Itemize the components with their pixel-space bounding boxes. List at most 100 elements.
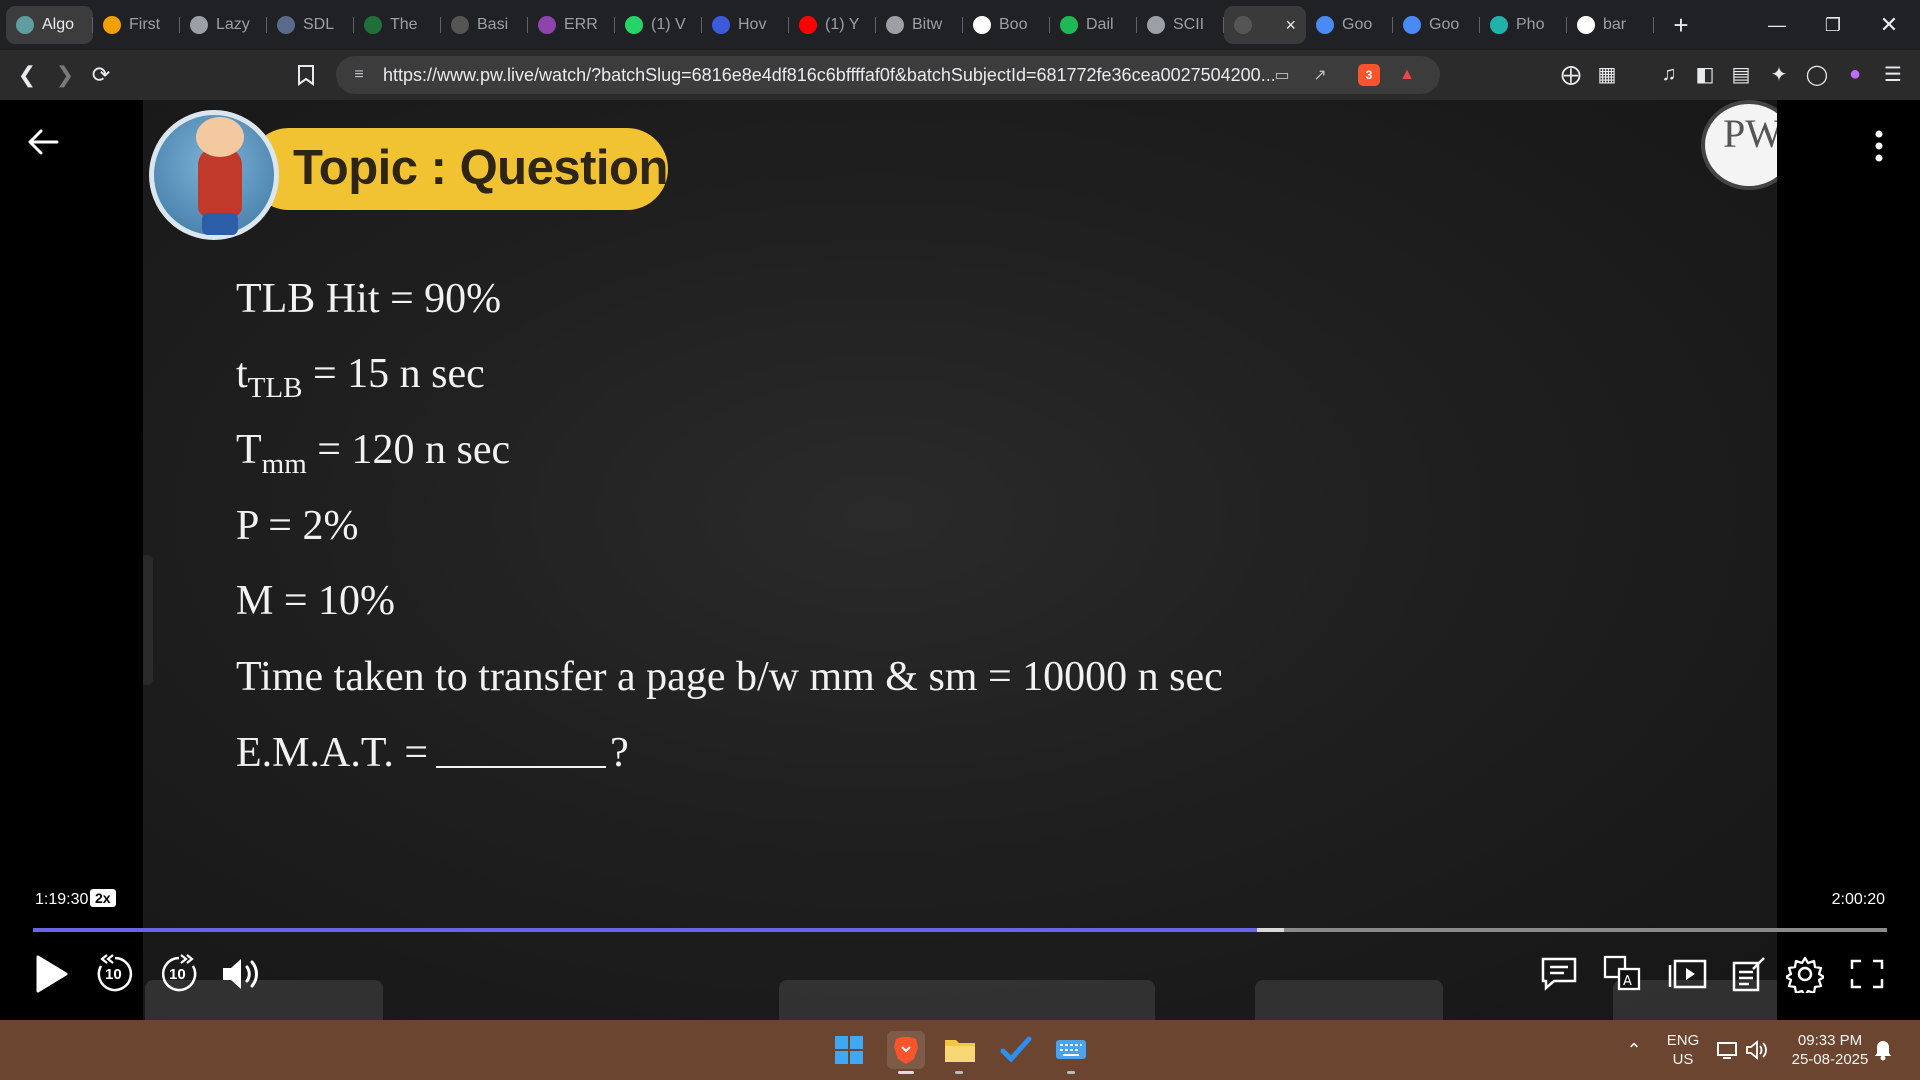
minimize-button[interactable]: — <box>1749 0 1805 50</box>
reader-icon[interactable]: ▦ <box>1594 61 1620 87</box>
media-icon[interactable]: ♫ <box>1656 61 1682 87</box>
browser-tab[interactable]: Hov <box>702 6 789 44</box>
page-icon <box>451 16 469 34</box>
tab-label: Goo <box>1342 16 1373 33</box>
start-icon[interactable] <box>830 1031 868 1069</box>
tab-label: bar <box>1603 16 1627 33</box>
lang-code: ENG <box>1666 1032 1700 1049</box>
sidebar-icon[interactable]: ◧ <box>1692 61 1718 87</box>
forward-label: 10 <box>169 966 186 983</box>
browser-tab[interactable]: (1) Y <box>789 6 876 44</box>
forward-icon[interactable]: ❯ <box>52 62 78 88</box>
keyboard-icon[interactable] <box>1052 1031 1090 1069</box>
forward-10-button[interactable]: 10 <box>155 950 203 998</box>
browser-tab[interactable]: SDL <box>267 6 354 44</box>
browser-tab[interactable]: Boo <box>963 6 1050 44</box>
reload-icon[interactable]: ⟳ <box>88 62 114 88</box>
speaker-icon[interactable] <box>1738 1031 1776 1069</box>
browser-tab[interactable]: Goo <box>1393 6 1480 44</box>
extensions-icon[interactable]: ⨁ <box>1558 61 1584 87</box>
browser-tab[interactable]: Goo <box>1306 6 1393 44</box>
tab-label: Pho <box>1516 16 1545 33</box>
close-window-button[interactable]: ✕ <box>1861 0 1917 50</box>
perplexity-icon <box>1490 16 1508 34</box>
playlist-icon <box>1668 959 1707 989</box>
brave-rewards-icon[interactable]: ▲ <box>1396 64 1418 86</box>
text-icon <box>886 16 904 34</box>
url-text[interactable]: https://www.pw.live/watch/?batchSlug=681… <box>383 65 1276 86</box>
volume-button[interactable] <box>218 950 266 998</box>
tab-label: (1) V <box>651 16 686 33</box>
browser-tab[interactable]: First <box>93 6 180 44</box>
pw-logo: PW <box>1701 100 1777 190</box>
leo-icon[interactable]: ✦ <box>1766 61 1792 87</box>
address-bar[interactable]: ≡ https://www.pw.live/watch/?batchSlug=6… <box>336 56 1440 94</box>
topic-title: Topic : Question <box>293 141 668 195</box>
browser-tab[interactable]: The <box>354 6 441 44</box>
new-tab-button[interactable]: + <box>1666 10 1696 41</box>
todo-icon[interactable] <box>997 1031 1035 1069</box>
speed-badge[interactable]: 2x <box>90 889 116 907</box>
browser-tab[interactable]: Pho <box>1480 6 1567 44</box>
line-t-tlb: tTLB = 15 n sec <box>236 351 485 404</box>
restore-button[interactable]: ❐ <box>1805 0 1861 50</box>
file-explorer-icon[interactable] <box>941 1031 979 1069</box>
video-player[interactable]: Topic : Question PW TLB Hit = 90% tTLB =… <box>0 100 1920 1020</box>
google-icon <box>1577 16 1595 34</box>
profile-icon[interactable]: ● <box>1842 61 1868 87</box>
notes-button[interactable] <box>1725 950 1773 998</box>
notification-bell-icon[interactable] <box>1864 1031 1902 1069</box>
back-icon[interactable]: ❮ <box>14 62 40 88</box>
wallet-icon[interactable]: ▤ <box>1728 61 1754 87</box>
playlist-button[interactable] <box>1664 950 1712 998</box>
running-indicator <box>1067 1071 1075 1074</box>
brave-taskbar-icon[interactable] <box>887 1031 925 1069</box>
browser-tab[interactable]: Dail <box>1050 6 1137 44</box>
youtube-icon <box>799 16 817 34</box>
settings-button[interactable] <box>1781 950 1829 998</box>
browser-tab[interactable]: Lazy <box>180 6 267 44</box>
cast-icon[interactable]: ▭ <box>1271 64 1293 86</box>
fullscreen-button[interactable] <box>1843 950 1891 998</box>
play-button[interactable] <box>26 950 74 998</box>
video-frame[interactable]: Topic : Question PW TLB Hit = 90% tTLB =… <box>143 100 1777 1020</box>
fullscreen-icon <box>1850 959 1884 989</box>
running-indicator <box>955 1071 963 1074</box>
browser-tab[interactable]: SCII <box>1137 6 1224 44</box>
share-icon[interactable]: ↗ <box>1309 64 1331 86</box>
site-settings-icon[interactable]: ≡ <box>348 64 370 86</box>
rewind-10-button[interactable]: 10 <box>91 950 139 998</box>
browser-tab[interactable]: (1) V <box>615 6 702 44</box>
more-options-icon[interactable] <box>1867 128 1891 164</box>
vpn-icon[interactable]: ◯ <box>1804 61 1830 87</box>
browser-tab[interactable]: Bitw <box>876 6 963 44</box>
line-m: M = 10% <box>236 578 396 624</box>
chevron-up-icon[interactable]: ⌃ <box>1615 1031 1653 1069</box>
bolt-icon <box>103 16 121 34</box>
browser-tab[interactable]: × <box>1224 6 1306 44</box>
video-toolbar-right <box>1255 980 1443 1020</box>
globe-icon <box>190 16 208 34</box>
gear-icon <box>1786 956 1824 993</box>
brave-shield-icon[interactable]: 3 <box>1358 64 1380 86</box>
bookmark-icon[interactable] <box>293 62 319 88</box>
tab-strip: Algo First Lazy SDL The Basi ERR (1) V Hov (1) Y B… <box>0 0 1920 50</box>
seek-bar[interactable] <box>33 928 1887 932</box>
browser-tab[interactable]: Algo <box>6 6 93 44</box>
tab-label: The <box>390 16 418 33</box>
tab-close-icon[interactable]: × <box>1285 15 1296 36</box>
tab-label: (1) Y <box>825 16 860 33</box>
browser-tab[interactable]: ERR <box>528 6 615 44</box>
translate-button[interactable]: A <box>1599 950 1647 998</box>
shield-badge: 3 <box>1365 68 1373 82</box>
tab-label: SCII <box>1173 16 1205 33</box>
menu-icon[interactable]: ☰ <box>1880 61 1906 87</box>
chat-icon <box>1541 957 1577 991</box>
bookmark-icon <box>712 16 730 34</box>
back-arrow-icon[interactable] <box>25 124 61 160</box>
browser-tab[interactable]: Basi <box>441 6 528 44</box>
side-panel-handle[interactable] <box>143 555 153 685</box>
browser-tab[interactable]: bar <box>1567 6 1654 44</box>
language-indicator[interactable]: ENG US <box>1665 1031 1701 1069</box>
chat-button[interactable] <box>1535 950 1583 998</box>
